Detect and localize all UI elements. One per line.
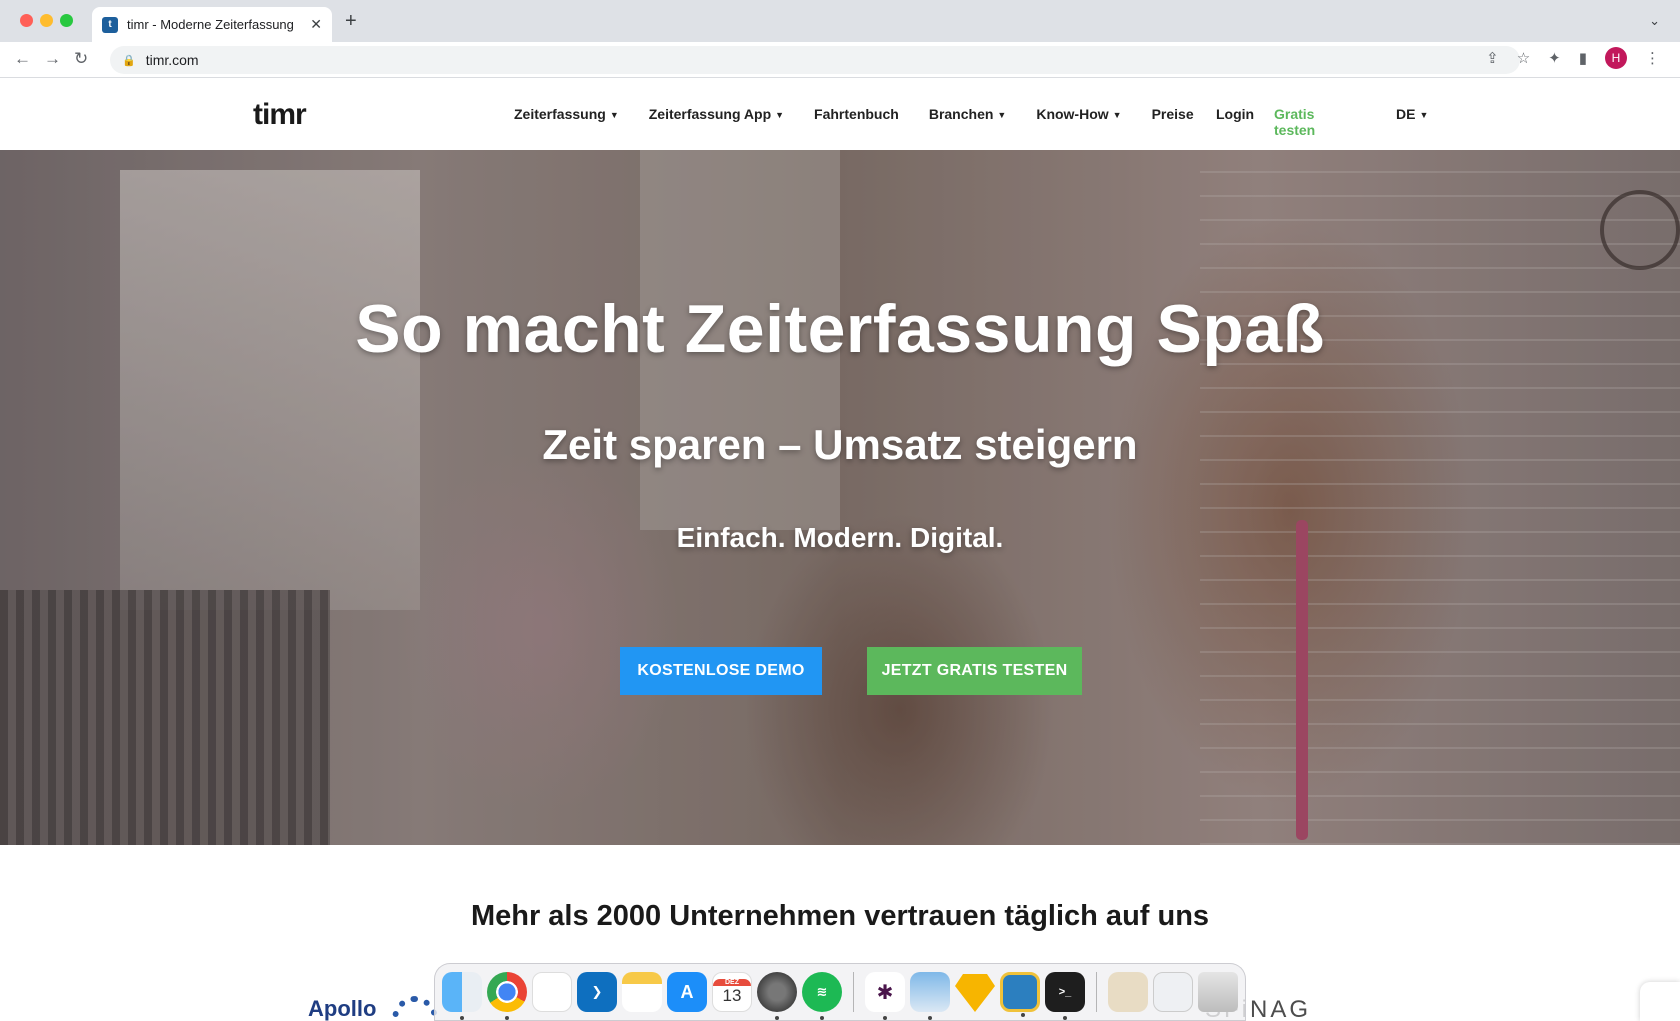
documents-icon[interactable]: [1108, 972, 1148, 1012]
chat-widget-button[interactable]: [1640, 982, 1680, 1021]
tab-search-icon[interactable]: ⌄: [1649, 13, 1660, 29]
app-store-icon[interactable]: A: [667, 972, 707, 1012]
customer-logo-apollo: Apollo: [308, 996, 377, 1021]
calendar-icon[interactable]: DEZ 13: [712, 972, 752, 1012]
chevron-down-icon: ▼: [609, 110, 619, 120]
sketch-icon[interactable]: [955, 974, 995, 1012]
browser-tab-bar: t timr - Moderne Zeiterfassung ✕ + ⌄: [0, 0, 1680, 42]
hero-section: So macht Zeiterfassung Spaß Zeit sparen …: [0, 150, 1680, 845]
hero-overlay: [0, 150, 1680, 845]
toolbar-actions: ⇪ ☆ ✦ ▮ H ⋮: [1486, 47, 1660, 69]
profile-avatar[interactable]: H: [1605, 47, 1627, 69]
tab-title: timr - Moderne Zeiterfassung: [127, 17, 294, 32]
nav-item-know-how[interactable]: Know-How ▼: [1036, 106, 1121, 122]
bookmark-star-icon[interactable]: ☆: [1517, 49, 1530, 67]
close-window-button[interactable]: [20, 14, 33, 27]
apollo-mark-icon: [392, 996, 438, 1021]
nav-item-zeiterfassung[interactable]: Zeiterfassung ▼: [514, 106, 619, 122]
chevron-down-icon: ▼: [775, 110, 785, 120]
nav-item-branchen[interactable]: Branchen ▼: [929, 106, 1007, 122]
hero-tagline: Einfach. Modern. Digital.: [676, 522, 1004, 553]
finder-icon[interactable]: [442, 972, 482, 1020]
browser-toolbar: ← → ↻ 🔒 timr.com ⇪ ☆ ✦ ▮ H ⋮: [0, 42, 1680, 78]
login-link[interactable]: Login: [1216, 106, 1254, 122]
nav-item-preise[interactable]: Preise: [1152, 106, 1194, 122]
slack-icon[interactable]: ✱: [865, 972, 905, 1020]
side-panel-icon[interactable]: ▮: [1579, 49, 1587, 67]
spotify-icon[interactable]: ≋: [802, 972, 842, 1020]
extensions-icon[interactable]: ✦: [1548, 49, 1561, 67]
favicon-icon: t: [102, 16, 118, 33]
chevron-down-icon: ▼: [1112, 110, 1122, 120]
browser-menu-icon[interactable]: ⋮: [1645, 49, 1660, 67]
files-icon[interactable]: [1153, 972, 1193, 1012]
chevron-down-icon: ▼: [997, 110, 1007, 120]
dock-separator: [853, 972, 854, 1012]
free-trial-link[interactable]: Gratis testen: [1274, 106, 1315, 138]
hero-subtitle: Zeit sparen – Umsatz steigern: [542, 421, 1138, 468]
vscode-icon[interactable]: ❯: [577, 972, 617, 1012]
chevron-down-icon: ▼: [1419, 110, 1429, 120]
reload-icon[interactable]: ↻: [74, 49, 88, 69]
logo-text: timr: [253, 98, 307, 131]
timr-logo[interactable]: timr: [253, 92, 323, 136]
minimize-window-button[interactable]: [40, 14, 53, 27]
back-icon[interactable]: ←: [14, 49, 31, 69]
new-tab-button[interactable]: +: [345, 11, 357, 31]
dock-separator: [1096, 972, 1097, 1012]
free-demo-button[interactable]: KOSTENLOSE DEMO: [620, 647, 822, 695]
start-trial-button[interactable]: JETZT GRATIS TESTEN: [867, 647, 1082, 695]
browser-tab[interactable]: t timr - Moderne Zeiterfassung ✕: [92, 7, 332, 42]
hero-title: So macht Zeiterfassung Spaß: [355, 291, 1325, 367]
zoom-window-button[interactable]: [60, 14, 73, 27]
url-text[interactable]: timr.com: [146, 52, 199, 68]
language-selector[interactable]: DE ▼: [1396, 106, 1428, 122]
close-tab-icon[interactable]: ✕: [310, 16, 322, 33]
main-navigation: Zeiterfassung ▼ Zeiterfassung App ▼ Fahrte…: [514, 106, 1194, 122]
macos-dock: ❯ A DEZ 13 ≋ ✱ >_: [434, 963, 1246, 1021]
system-settings-icon[interactable]: [757, 972, 797, 1020]
lock-icon: 🔒: [122, 54, 136, 67]
archive-icon[interactable]: [1000, 972, 1040, 1017]
terminal-icon[interactable]: >_: [1045, 972, 1085, 1020]
chrome-icon[interactable]: [487, 972, 527, 1020]
share-icon[interactable]: ⇪: [1486, 49, 1499, 67]
forward-icon[interactable]: →: [44, 49, 61, 69]
trust-heading: Mehr als 2000 Unternehmen vertrauen tägl…: [470, 900, 1210, 932]
nav-item-fahrtenbuch[interactable]: Fahrtenbuch: [814, 106, 899, 122]
reminders-icon[interactable]: [532, 972, 572, 1012]
address-bar[interactable]: 🔒 timr.com: [110, 46, 1520, 74]
notes-icon[interactable]: [622, 972, 662, 1012]
site-header: timr Zeiterfassung ▼ Zeiterfassung App ▼ F…: [0, 78, 1680, 150]
preview-icon[interactable]: [910, 972, 950, 1020]
nav-item-zeiterfassung-app[interactable]: Zeiterfassung App ▼: [649, 106, 784, 122]
trash-icon[interactable]: [1198, 972, 1238, 1012]
